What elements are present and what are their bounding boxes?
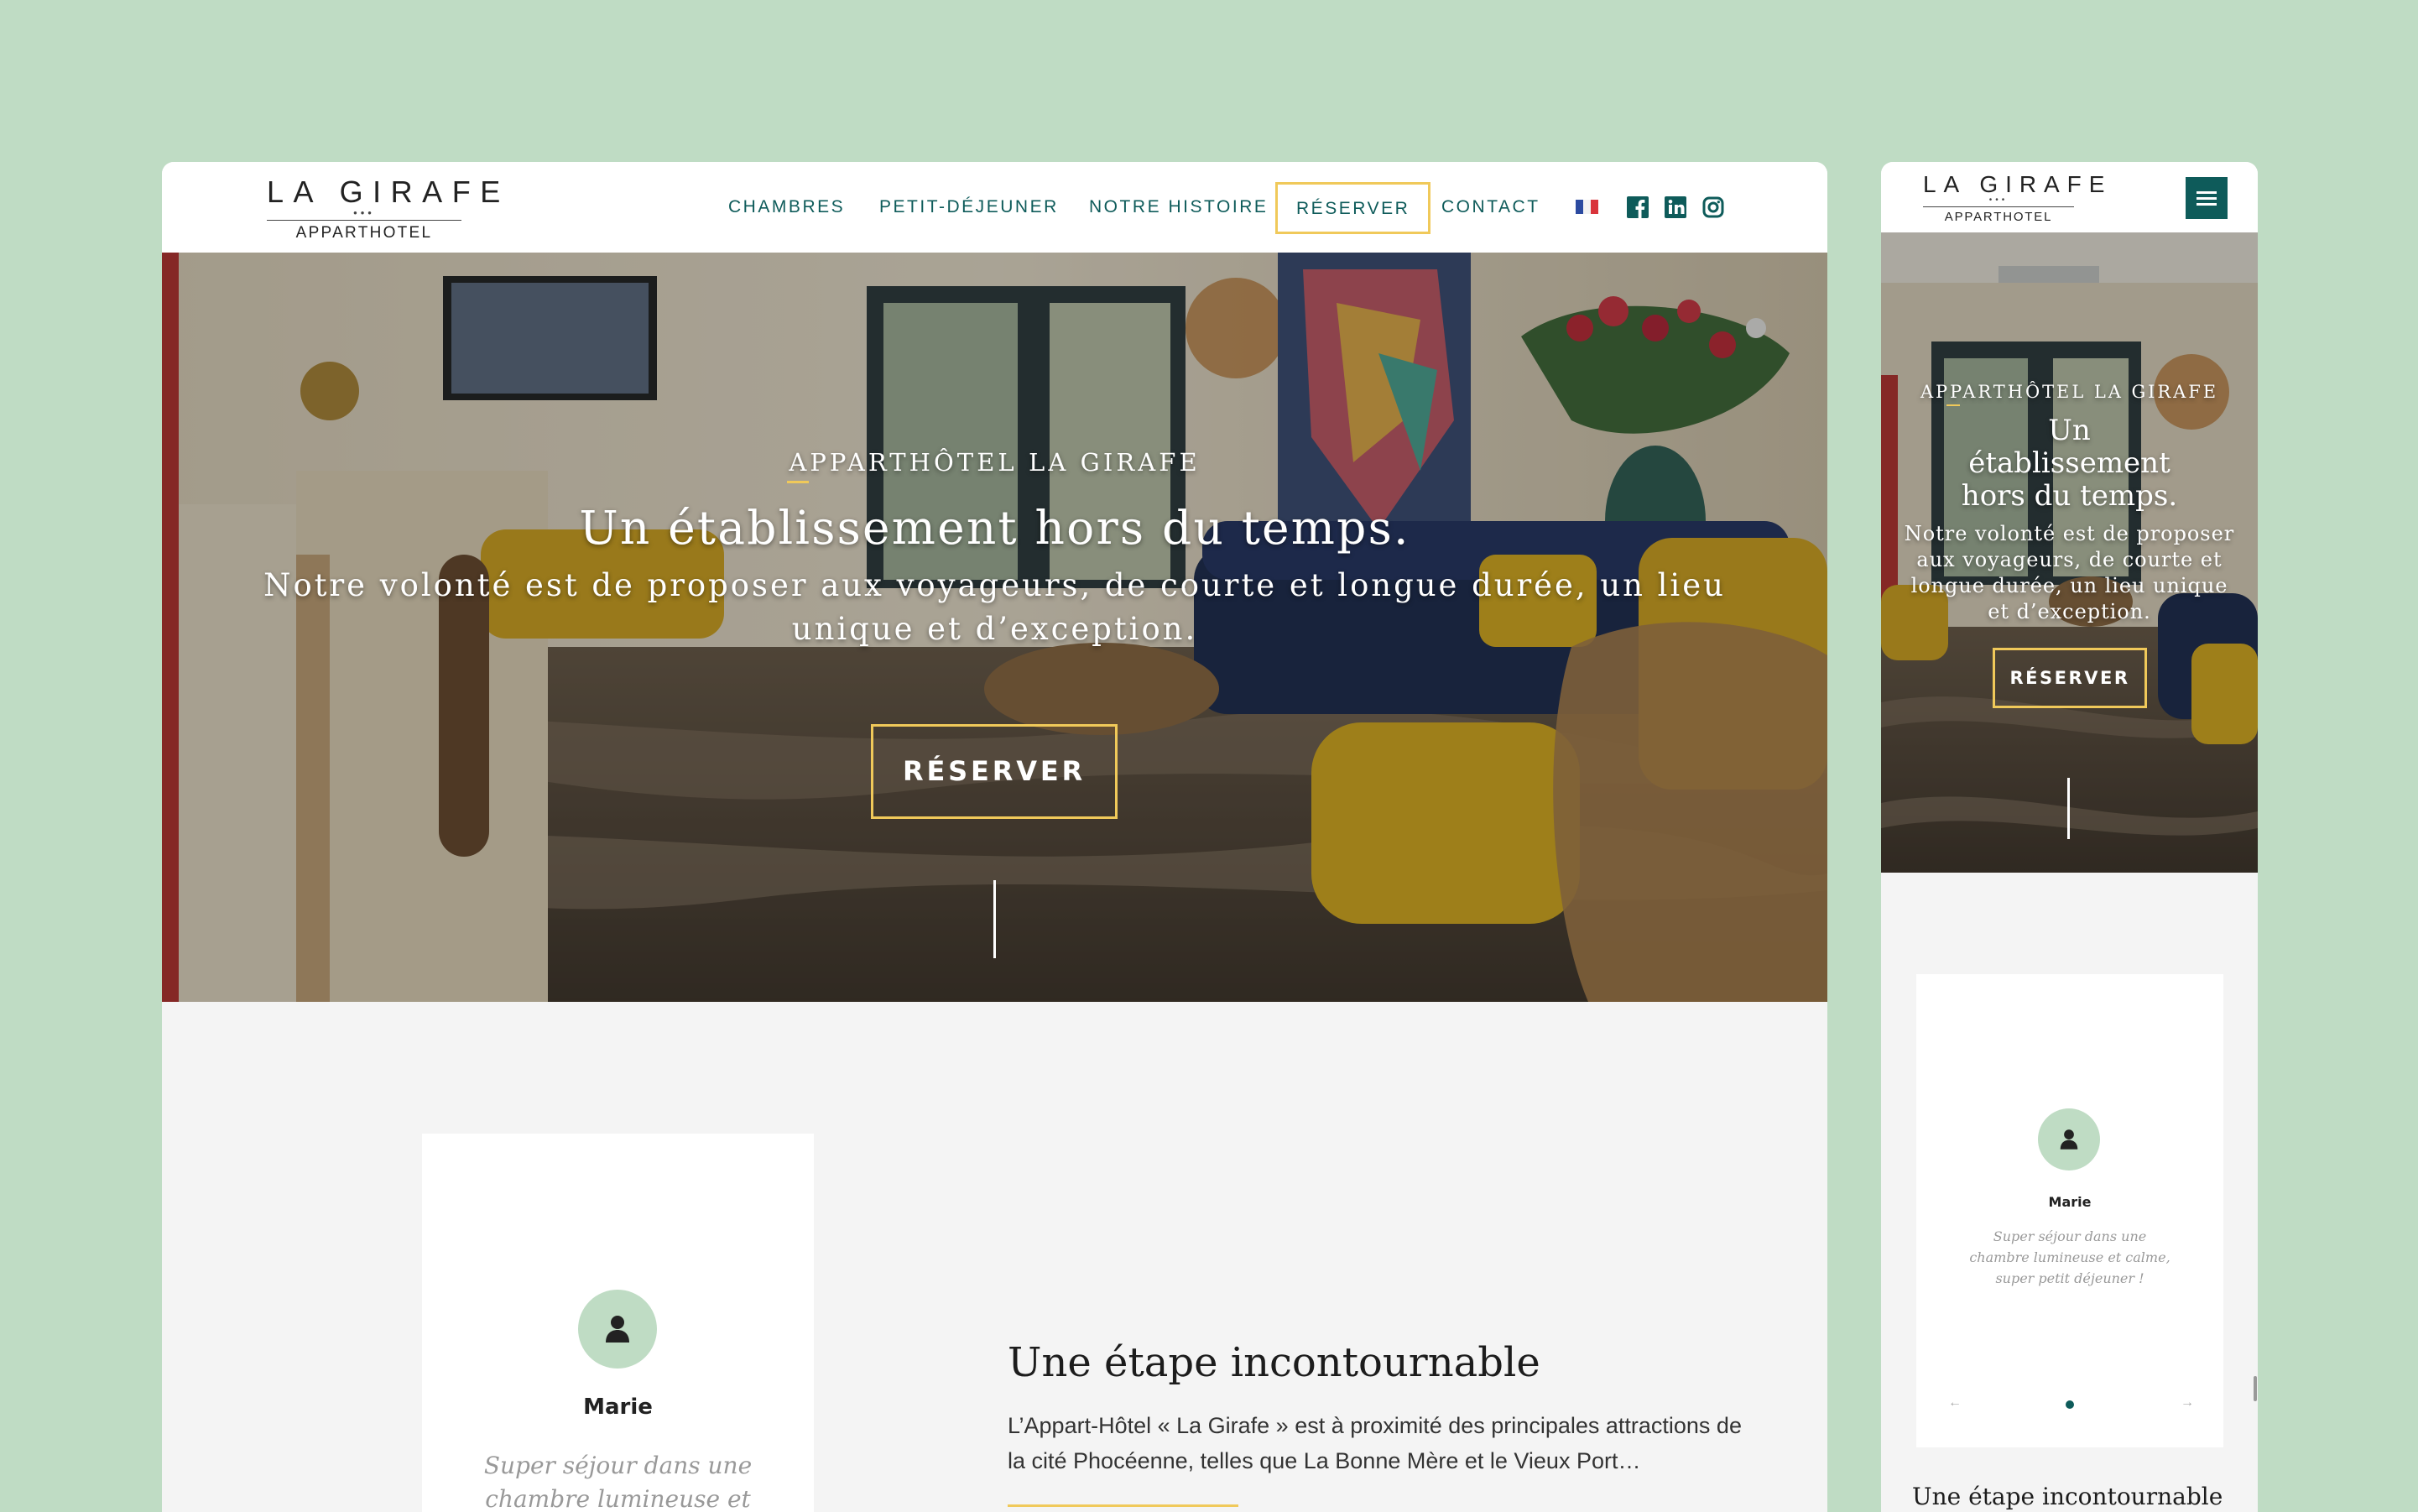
mobile-logo[interactable]: LA GIRAFE ••• APPARTHOTEL [1923, 170, 2113, 225]
logo-subtitle: APPARTHOTEL [295, 224, 433, 242]
user-icon [606, 1316, 629, 1343]
section-title: Une étape incontournable [1008, 1339, 1540, 1386]
next-review-icon[interactable]: → [2181, 1395, 2194, 1410]
nav-petit-dejeuner[interactable]: PETIT-DÉJEUNER [879, 162, 1059, 253]
nav-chambres[interactable]: CHAMBRES [728, 162, 845, 253]
mobile-header: LA GIRAFE ••• APPARTHOTEL [1881, 162, 2258, 232]
section-body: L’Appart-Hôtel « La Girafe » est à proxi… [1008, 1413, 1742, 1473]
mobile-section-title: Une étape incontournable [1912, 1483, 2223, 1510]
prev-review-icon[interactable]: ← [1948, 1395, 1962, 1410]
nav-contact[interactable]: CONTACT [1441, 162, 1540, 253]
mobile-reviewer-name: Marie [2048, 1194, 2092, 1210]
carousel-dot-active[interactable] [2066, 1400, 2074, 1409]
nav-notre-histoire[interactable]: NOTRE HISTOIRE [1089, 162, 1268, 253]
review-quote: Super séjour dans une chambre lumineuse … [483, 1452, 753, 1512]
mobile-review-quote: Super séjour dans une chambre lumineuse … [1969, 1228, 2170, 1286]
reviewer-name: Marie [583, 1395, 653, 1420]
mobile-hero-banner: APPARTHÔTEL LA GIRAFE Un établissement h… [1881, 232, 2258, 873]
review-card: Marie Super séjour dans une chambre lumi… [422, 1134, 814, 1512]
mobile-preview: LA GIRAFE ••• APPARTHOTEL APPARTHÔTEL LA… [1881, 162, 2258, 1512]
desktop-preview: LA GIRAFE ••• APPARTHOTEL CHAMBRES PETIT… [162, 162, 1827, 1512]
logo-name: LA GIRAFE [267, 175, 510, 209]
eyebrow-accent [787, 481, 809, 483]
hero-title: Un établissement hors du temps. [579, 501, 1410, 555]
hero-lead: Notre volonté est de proposer aux voyage… [263, 567, 1726, 647]
reviewer-avatar [578, 1290, 657, 1369]
site-logo[interactable]: LA GIRAFE ••• APPARTHOTEL [267, 174, 510, 242]
linkedin-icon[interactable] [1664, 196, 1687, 219]
nav-reserver[interactable]: RÉSERVER [1275, 182, 1431, 234]
hero-banner: APPARTHÔTEL LA GIRAFE Un établissement h… [162, 253, 1827, 1002]
menu-icon[interactable] [2186, 177, 2228, 219]
mobile-hero-eyebrow: APPARTHÔTEL LA GIRAFE [1920, 382, 2219, 402]
instagram-icon[interactable] [1701, 196, 1725, 219]
mobile-logo-subtitle: APPARTHOTEL [1944, 210, 2053, 224]
mobile-logo-name: LA GIRAFE [1923, 171, 2113, 197]
mobile-scrollbar[interactable] [2254, 1376, 2257, 1401]
mobile-hero-lead: Notre volonté est de proposer aux voyage… [1904, 522, 2235, 623]
hero-copy: APPARTHÔTEL LA GIRAFE Un établissement h… [162, 447, 1827, 651]
facebook-icon[interactable] [1626, 196, 1649, 219]
mobile-user-icon [2060, 1129, 2078, 1150]
site-header: LA GIRAFE ••• APPARTHOTEL CHAMBRES PETIT… [162, 162, 1827, 253]
mobile-eyebrow-accent [1946, 404, 1960, 406]
hero-eyebrow: APPARTHÔTEL LA GIRAFE [789, 448, 1201, 477]
mobile-logo-rule [1923, 206, 2074, 207]
logo-rule [267, 220, 461, 221]
fr-flag-icon[interactable] [1576, 200, 1598, 214]
hero-reserve-button[interactable]: RÉSERVER [871, 724, 1118, 819]
mobile-reserve-button[interactable]: RÉSERVER [1993, 648, 2147, 708]
scroll-indicator[interactable] [993, 880, 996, 958]
mobile-review-card: Marie Super séjour dans une chambre lumi… [1916, 974, 2223, 1447]
mobile-scroll-indicator[interactable] [2067, 778, 2070, 839]
mobile-reviewer-avatar [2038, 1108, 2100, 1170]
mobile-hero-title: Un établissement hors du temps. [1961, 414, 2178, 513]
section-cta-button[interactable] [1008, 1504, 1238, 1512]
mobile-hero-copy: APPARTHÔTEL LA GIRAFE Un établissement h… [1881, 381, 2258, 625]
